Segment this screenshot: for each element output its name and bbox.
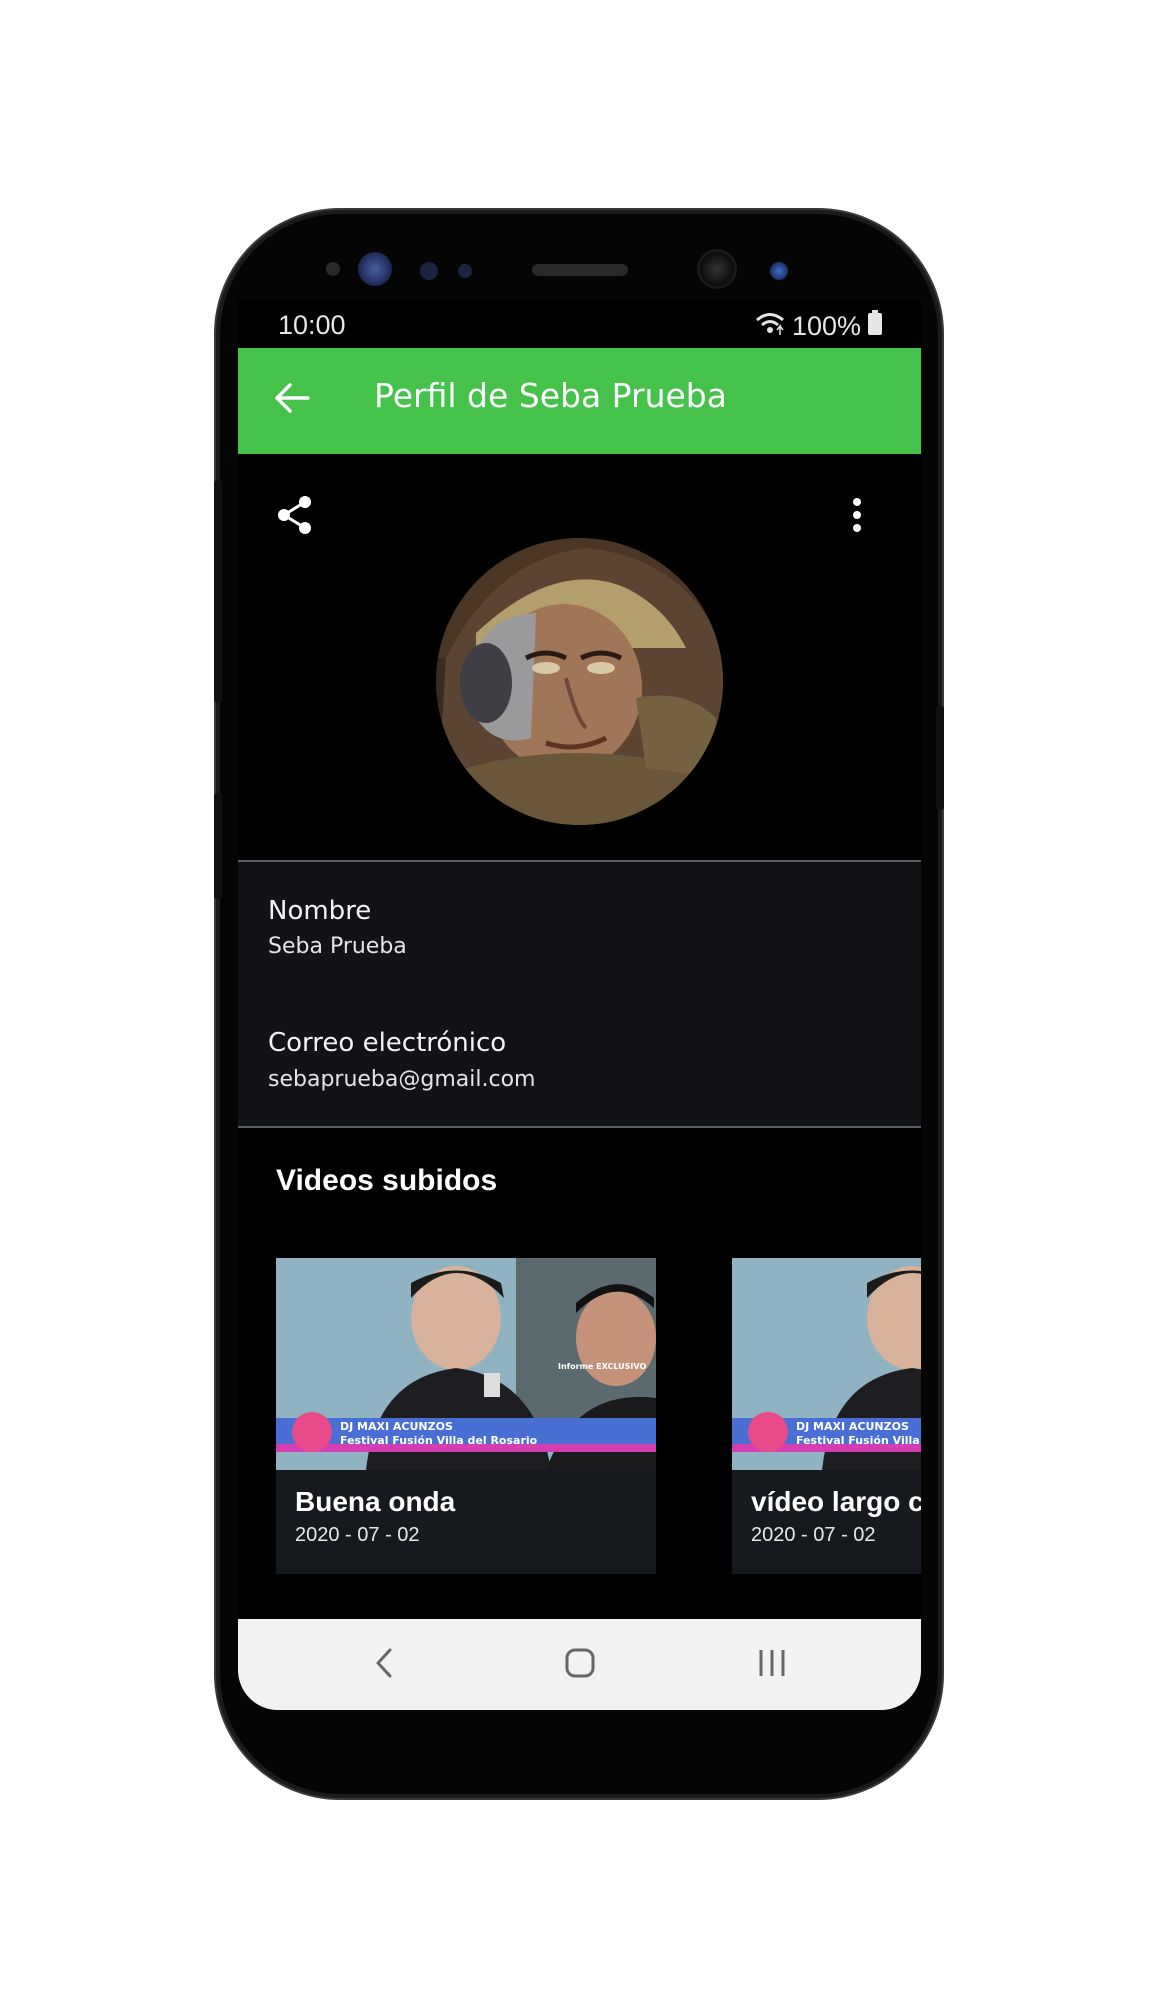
email-value: sebaprueba@gmail.com xyxy=(268,1067,536,1092)
screen: 10:00 100% Perfil de Seba Prueba Nombre … xyxy=(238,300,921,1710)
flash-sensor xyxy=(770,262,788,280)
volume-up-button xyxy=(214,480,222,702)
thumb-caption-line1: DJ MAXI ACUNZOS xyxy=(340,1420,453,1433)
name-value: Seba Prueba xyxy=(268,934,407,959)
thumb-caption-line2: Festival Fusión Villa del I xyxy=(796,1434,921,1447)
share-icon xyxy=(275,494,315,540)
thumb-caption-line1: DJ MAXI ACUNZOS xyxy=(796,1420,909,1433)
share-button[interactable] xyxy=(268,490,322,544)
nav-home-icon xyxy=(564,1647,596,1683)
videos-section-title: Videos subidos xyxy=(276,1164,498,1197)
video-date: 2020 - 07 - 02 xyxy=(295,1524,420,1546)
video-title: vídeo largo co xyxy=(751,1486,921,1517)
iris-sensor xyxy=(358,252,392,286)
video-thumbnail: DJ MAXI ACUNZOS Festival Fusión Villa de… xyxy=(732,1258,921,1470)
earpiece xyxy=(532,264,628,276)
back-button[interactable] xyxy=(264,372,320,428)
nav-home-button[interactable] xyxy=(550,1637,610,1693)
front-sensor xyxy=(326,262,340,276)
more-options-button[interactable] xyxy=(830,490,884,544)
thumb-caption-tag: Informe EXCLUSIVO xyxy=(558,1362,646,1371)
app-bar: Perfil de Seba Prueba xyxy=(238,348,921,454)
nav-back-button[interactable] xyxy=(354,1637,414,1693)
video-card[interactable]: DJ MAXI ACUNZOS Festival Fusión Villa de… xyxy=(732,1258,921,1574)
profile-info-panel: Nombre Seba Prueba Correo electrónico se… xyxy=(238,862,921,1126)
avatar[interactable] xyxy=(436,538,723,825)
battery-icon xyxy=(867,310,883,343)
video-title: Buena onda xyxy=(295,1486,456,1517)
status-bar: 10:00 100% xyxy=(238,300,921,348)
thumb-caption-line2: Festival Fusión Villa del Rosario xyxy=(340,1434,538,1447)
front-camera xyxy=(700,252,734,286)
nav-recents-button[interactable] xyxy=(742,1637,802,1693)
video-card[interactable]: DJ MAXI ACUNZOS Festival Fusión Villa de… xyxy=(276,1258,656,1574)
name-label: Nombre xyxy=(268,896,372,926)
more-vert-icon xyxy=(851,497,863,537)
status-indicators: 100% xyxy=(754,310,883,343)
nav-back-icon xyxy=(374,1647,394,1683)
wifi-icon xyxy=(754,310,786,343)
volume-down-button xyxy=(214,793,222,899)
nav-recents-icon xyxy=(756,1648,788,1682)
video-thumbnail: DJ MAXI ACUNZOS Festival Fusión Villa de… xyxy=(276,1258,656,1470)
page-title: Perfil de Seba Prueba xyxy=(374,376,727,415)
divider-bottom xyxy=(238,1126,921,1128)
status-time: 10:00 xyxy=(278,310,346,340)
back-arrow-icon xyxy=(274,382,310,418)
video-date: 2020 - 07 - 02 xyxy=(751,1524,876,1546)
battery-percent: 100% xyxy=(791,311,861,341)
system-nav-bar xyxy=(238,1619,921,1710)
email-label: Correo electrónico xyxy=(268,1028,507,1058)
power-button xyxy=(936,706,944,810)
proximity-sensor xyxy=(420,262,438,280)
light-sensor xyxy=(458,264,472,278)
